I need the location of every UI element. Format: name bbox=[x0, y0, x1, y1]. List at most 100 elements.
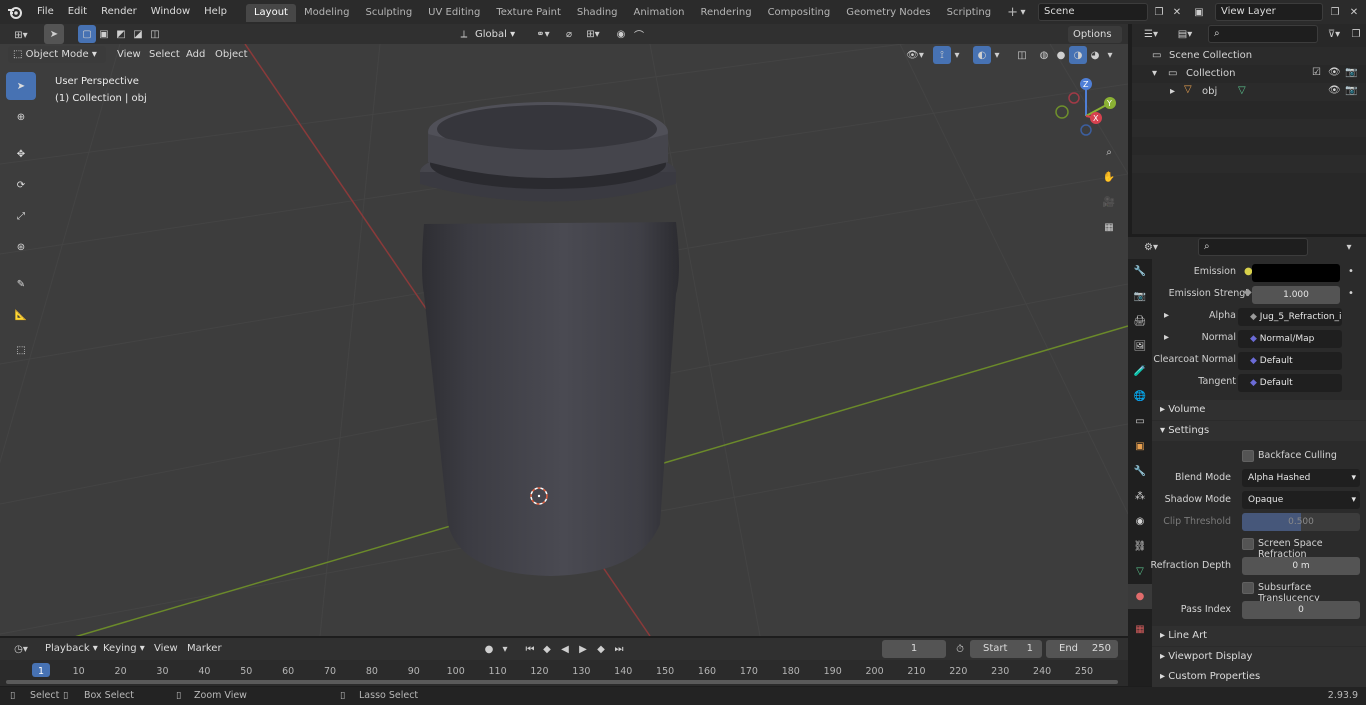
timeline-menu-view[interactable]: View bbox=[149, 640, 183, 657]
overlay-toggle-icon[interactable]: ◐ bbox=[973, 46, 991, 64]
tab-texture-paint[interactable]: Texture Paint bbox=[488, 4, 569, 22]
scene-browse-icon[interactable]: ▾ bbox=[1014, 3, 1032, 21]
jar-object[interactable] bbox=[420, 102, 679, 576]
view-layer-tab-icon[interactable]: 🖼 bbox=[1128, 334, 1152, 359]
perspective-toggle-icon[interactable]: ▦ bbox=[1099, 217, 1119, 237]
play-icon[interactable]: ▶ bbox=[574, 640, 592, 658]
alpha-expand-icon[interactable]: ▸ bbox=[1164, 310, 1169, 321]
emission-keyframe-icon[interactable]: • bbox=[1348, 266, 1354, 277]
normal-link-field[interactable]: ◆ Normal/Map bbox=[1238, 330, 1342, 348]
emission-color-field[interactable] bbox=[1252, 264, 1340, 282]
physics-tab-icon[interactable]: ◉ bbox=[1128, 509, 1152, 534]
prev-keyframe-icon[interactable]: ◆ bbox=[538, 640, 556, 658]
viewport-menu-add[interactable]: Add bbox=[181, 46, 210, 63]
visibility-icon[interactable]: 👁▾ bbox=[902, 46, 928, 64]
alpha-link-field[interactable]: ◆ Jug_5_Refraction_in... bbox=[1238, 308, 1342, 326]
outliner-display-mode-icon[interactable]: ▤▾ bbox=[1172, 25, 1198, 43]
scene-tab-icon[interactable]: 🧪 bbox=[1128, 359, 1152, 384]
scene-name-field[interactable]: Scene bbox=[1038, 3, 1148, 21]
move-tool-icon[interactable]: ✥ bbox=[6, 140, 36, 168]
annotate-tool-icon[interactable]: ✎ bbox=[6, 270, 36, 298]
pass-index-field[interactable]: 0 bbox=[1242, 601, 1360, 619]
render-tab-icon[interactable]: 📷 bbox=[1128, 284, 1152, 309]
material-tab-icon[interactable]: ● bbox=[1128, 584, 1152, 609]
outliner-row-collection[interactable]: ▾ ▭ Collection ☑ 👁 📷 bbox=[1132, 65, 1366, 83]
tab-modeling[interactable]: Modeling bbox=[296, 4, 358, 22]
preview-range-icon[interactable]: ⏱ bbox=[951, 640, 969, 658]
collection-visibility-icon[interactable]: 👁 bbox=[1328, 67, 1341, 78]
obj-visibility-icon[interactable]: 👁 bbox=[1328, 85, 1341, 96]
obj-expand-icon[interactable]: ▸ bbox=[1170, 86, 1175, 97]
rotate-tool-icon[interactable]: ⟳ bbox=[6, 171, 36, 199]
proportional-edit-icon[interactable]: ◉ bbox=[612, 25, 630, 43]
shadow-mode-dropdown[interactable]: Opaque ▾ bbox=[1242, 491, 1360, 509]
world-tab-icon[interactable]: 🌐 bbox=[1128, 384, 1152, 409]
delete-scene-icon[interactable]: ✕ bbox=[1168, 3, 1186, 21]
keying-menu[interactable]: Keying ▾ bbox=[98, 640, 150, 657]
menu-window[interactable]: Window bbox=[144, 0, 197, 24]
3d-viewport[interactable]: User Perspective (1) Collection | obj Z … bbox=[0, 44, 1128, 636]
refraction-depth-field[interactable]: 0 m bbox=[1242, 557, 1360, 575]
record-keyframe-icon[interactable]: ● bbox=[480, 640, 498, 658]
normal-expand-icon[interactable]: ▸ bbox=[1164, 332, 1169, 343]
outliner-row-obj[interactable]: ▸ ▽ obj ▽ 👁 📷 bbox=[1132, 83, 1366, 101]
select-invert-mode-icon[interactable]: ◪ bbox=[129, 25, 147, 43]
view-layer-field[interactable]: View Layer bbox=[1215, 3, 1323, 21]
timeline-scrollbar[interactable] bbox=[6, 680, 1118, 684]
delete-view-layer-icon[interactable]: ✕ bbox=[1345, 3, 1363, 21]
screen-space-refraction-checkbox[interactable] bbox=[1242, 538, 1254, 550]
line-art-panel-header[interactable]: ▸ Line Art bbox=[1152, 626, 1366, 646]
object-tab-icon[interactable]: ▣ bbox=[1128, 434, 1152, 459]
timeline-editor-type-icon[interactable]: ◷▾ bbox=[8, 640, 34, 658]
menu-file[interactable]: File bbox=[30, 0, 61, 24]
select-tool-icon[interactable]: ➤ bbox=[44, 24, 64, 44]
keyframe-type-icon[interactable]: ▾ bbox=[498, 640, 512, 658]
viewport-display-panel-header[interactable]: ▸ Viewport Display bbox=[1152, 647, 1366, 667]
new-view-layer-icon[interactable]: ❐ bbox=[1326, 3, 1344, 21]
select-extend-mode-icon[interactable]: ▣ bbox=[95, 25, 113, 43]
collection-expand-icon[interactable]: ▾ bbox=[1152, 68, 1157, 79]
menu-edit[interactable]: Edit bbox=[61, 0, 94, 24]
viewport-menu-object[interactable]: Object bbox=[210, 46, 253, 63]
tab-animation[interactable]: Animation bbox=[626, 4, 693, 22]
outliner-search-input[interactable]: ⌕ bbox=[1208, 25, 1318, 43]
cursor-tool-icon[interactable]: ⊕ bbox=[6, 103, 36, 131]
select-subtract-mode-icon[interactable]: ◩ bbox=[112, 25, 130, 43]
volume-panel-header[interactable]: ▸ Volume bbox=[1152, 400, 1366, 420]
emission-strength-field[interactable]: 1.000 bbox=[1252, 286, 1340, 304]
menu-help[interactable]: Help bbox=[197, 0, 234, 24]
outliner-filter-icon[interactable]: ⊽▾ bbox=[1322, 25, 1346, 43]
transform-tool-icon[interactable]: ⊛ bbox=[6, 233, 36, 261]
tool-settings-tab-icon[interactable]: 🔧 bbox=[1128, 259, 1152, 284]
end-frame-field[interactable]: End 250 bbox=[1046, 640, 1118, 658]
menu-render[interactable]: Render bbox=[94, 0, 144, 24]
pivot-point-icon[interactable]: ⚭▾ bbox=[530, 25, 556, 43]
add-cube-tool-icon[interactable]: ⬚ bbox=[6, 336, 36, 364]
transform-orientation-dropdown[interactable]: Global ▾ bbox=[470, 26, 525, 43]
play-reverse-icon[interactable]: ◀ bbox=[556, 640, 574, 658]
current-frame-field[interactable]: 1 bbox=[882, 640, 946, 658]
clearcoat-normal-field[interactable]: ◆ Default bbox=[1238, 352, 1342, 370]
jump-end-icon[interactable]: ⏭ bbox=[610, 640, 628, 658]
jump-start-icon[interactable]: ⏮ bbox=[521, 640, 539, 658]
gizmo-toggle-icon[interactable]: ⟟ bbox=[933, 46, 951, 64]
viewport-menu-view[interactable]: View bbox=[112, 46, 146, 63]
collection-render-icon[interactable]: 📷 bbox=[1345, 67, 1357, 78]
tab-shading[interactable]: Shading bbox=[569, 4, 626, 22]
custom-properties-panel-header[interactable]: ▸ Custom Properties bbox=[1152, 667, 1366, 687]
properties-search-input[interactable]: ⌕ bbox=[1198, 238, 1308, 256]
emission-strength-keyframe-icon[interactable]: • bbox=[1348, 288, 1354, 299]
new-scene-icon[interactable]: ❐ bbox=[1150, 3, 1168, 21]
obj-render-icon[interactable]: 📷 bbox=[1345, 85, 1357, 96]
tab-sculpting[interactable]: Sculpting bbox=[357, 4, 420, 22]
blender-logo-icon[interactable] bbox=[0, 0, 30, 24]
shading-dropdown-icon[interactable]: ▾ bbox=[1104, 46, 1116, 64]
tab-compositing[interactable]: Compositing bbox=[760, 4, 839, 22]
shading-solid-icon[interactable]: ● bbox=[1052, 46, 1070, 64]
constraints-tab-icon[interactable]: ⛓ bbox=[1128, 534, 1152, 559]
scale-tool-icon[interactable]: ⤢ bbox=[6, 202, 36, 230]
zoom-view-icon[interactable]: ⌕ bbox=[1099, 142, 1119, 162]
tab-rendering[interactable]: Rendering bbox=[692, 4, 759, 22]
tab-scripting[interactable]: Scripting bbox=[939, 4, 999, 22]
texture-tab-icon[interactable]: ▦ bbox=[1128, 617, 1152, 642]
